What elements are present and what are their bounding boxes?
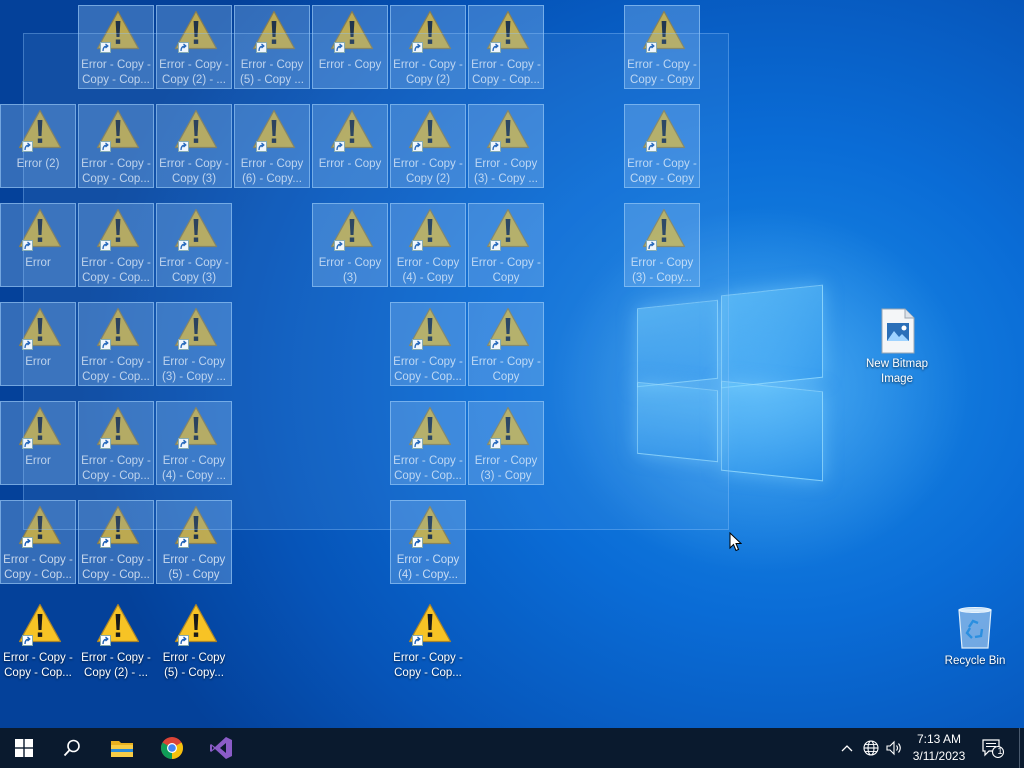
- bitmap-file-icon: [873, 307, 921, 355]
- shortcut-arrow-icon: [22, 635, 33, 646]
- windows-start-icon: [15, 739, 33, 757]
- windows-logo-pane: [721, 380, 823, 482]
- error-shortcut-image: [170, 601, 218, 649]
- chevron-up-icon: [841, 745, 853, 752]
- clock-time: 7:13 AM: [916, 732, 962, 746]
- show-hidden-icons-button[interactable]: [838, 728, 856, 768]
- shortcut-arrow-icon: [100, 635, 111, 646]
- clock[interactable]: 7:13 AM 3/11/2023: [905, 728, 973, 768]
- shortcut-arrow-icon: [412, 635, 423, 646]
- error-shortcut-icon[interactable]: Error - Copy - Copy - Cop...: [0, 599, 76, 683]
- volume-button[interactable]: [884, 728, 904, 768]
- error-shortcut-image: [92, 601, 140, 649]
- windows-logo-pane: [721, 284, 823, 389]
- file-explorer-button[interactable]: [98, 728, 146, 768]
- network-button[interactable]: [861, 728, 881, 768]
- clock-date: 3/11/2023: [912, 749, 966, 763]
- chrome-icon: [161, 737, 183, 759]
- show-desktop-button[interactable]: [1019, 728, 1020, 768]
- shortcut-arrow-icon: [178, 537, 189, 548]
- globe-icon: [863, 740, 879, 756]
- shortcut-arrow-icon: [22, 537, 33, 548]
- file-explorer-icon: [111, 741, 133, 757]
- icon-label: Error - Copy - Copy - Cop...: [3, 652, 73, 679]
- icon-label: Error - Copy - Copy - Cop...: [81, 554, 151, 581]
- start-button[interactable]: [0, 728, 48, 768]
- icon-label: Error - Copy - Copy - Cop...: [393, 652, 463, 679]
- selection-rectangle: [23, 33, 729, 530]
- visual-studio-button[interactable]: [197, 728, 245, 768]
- icon-label: New Bitmap Image: [866, 358, 928, 385]
- icon-label: Recycle Bin: [944, 655, 1006, 667]
- mouse-cursor-icon: [729, 531, 743, 557]
- taskbar: 7:13 AM 3/11/2023 1: [0, 728, 1024, 768]
- search-icon: [63, 739, 80, 757]
- icon-label: Error - Copy - Copy (2) - ...: [81, 652, 151, 679]
- chrome-button[interactable]: [148, 728, 196, 768]
- error-shortcut-image: [14, 601, 62, 649]
- notification-count: 1: [997, 746, 1003, 756]
- recycle-bin-image: [951, 604, 999, 652]
- shortcut-arrow-icon: [100, 537, 111, 548]
- icon-label: Error - Copy (5) - Copy...: [162, 652, 226, 679]
- new-bitmap-image-icon[interactable]: New Bitmap Image: [858, 305, 936, 389]
- speaker-icon: [886, 740, 901, 756]
- error-shortcut-icon[interactable]: Error - Copy - Copy - Cop...: [390, 599, 466, 683]
- desktop[interactable]: Error - Copy - Copy - Cop... Error - Copy…: [0, 0, 1024, 768]
- icon-label: Error - Copy (5) - Copy: [162, 554, 226, 581]
- search-button[interactable]: [48, 728, 96, 768]
- visual-studio-icon: [210, 737, 232, 759]
- icon-label: Error - Copy (4) - Copy...: [396, 554, 460, 581]
- shortcut-arrow-icon: [178, 635, 189, 646]
- shortcut-arrow-icon: [412, 537, 423, 548]
- action-center-button[interactable]: 1: [980, 728, 1006, 768]
- error-shortcut-image: [404, 601, 452, 649]
- icon-label: Error - Copy - Copy - Cop...: [3, 554, 73, 581]
- error-shortcut-icon[interactable]: Error - Copy - Copy (2) - ...: [78, 599, 154, 683]
- recycle-bin-icon[interactable]: Recycle Bin: [937, 602, 1013, 686]
- error-shortcut-icon[interactable]: Error - Copy (5) - Copy...: [156, 599, 232, 683]
